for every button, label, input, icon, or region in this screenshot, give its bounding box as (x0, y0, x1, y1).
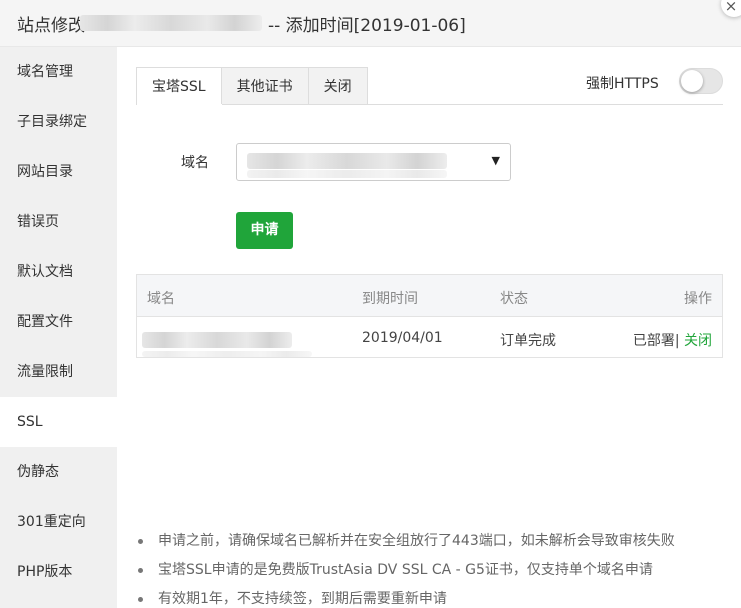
sidebar-item-domain[interactable]: 域名管理 (0, 47, 117, 97)
force-https-label: 强制HTTPS (586, 76, 659, 92)
sidebar-item-site-dir[interactable]: 网站目录 (0, 147, 117, 197)
domain-select[interactable]: ▼ (236, 143, 511, 181)
redacted-domain-shadow (247, 170, 447, 178)
sidebar-item-default-doc[interactable]: 默认文档 (0, 247, 117, 297)
redacted-row-domain (142, 332, 292, 348)
redacted-site-name (80, 15, 262, 31)
action-separator: | (674, 333, 680, 349)
note-item: 宝塔SSL申请的是免费版TrustAsia DV SSL CA - G5证书，仅… (136, 560, 726, 589)
cert-table: 域名 到期时间 状态 操作 2019/04/01 订单完成 已部署| 关闭 (136, 274, 723, 358)
window-title-date: -- 添加时间[2019-01-06] (268, 16, 466, 36)
sidebar-item-php[interactable]: PHP版本 (0, 547, 117, 597)
toggle-knob (681, 70, 703, 92)
sidebar-item-rewrite[interactable]: 伪静态 (0, 447, 117, 497)
redacted-domain (247, 153, 447, 169)
apply-button[interactable]: 申请 (236, 212, 293, 249)
redacted-row-domain-shadow (142, 351, 312, 357)
header-status: 状态 (500, 291, 528, 307)
tab-divider (136, 104, 723, 105)
sidebar-item-ssl[interactable]: SSL (0, 397, 117, 447)
sidebar-item-config[interactable]: 配置文件 (0, 297, 117, 347)
header-actions: 操作 (684, 291, 712, 307)
window-titlebar: 站点修改 -- 添加时间[2019-01-06] × (0, 0, 741, 47)
tab-other-cert[interactable]: 其他证书 (220, 67, 309, 105)
header-expiry: 到期时间 (362, 291, 418, 307)
active-tab-gap (137, 104, 222, 105)
window-title: 站点修改 (17, 16, 85, 36)
close-icon[interactable]: × (721, 0, 741, 17)
deployed-text: 已部署 (632, 333, 675, 349)
domain-label: 域名 (181, 155, 209, 171)
table-header: 域名 到期时间 状态 操作 (137, 275, 722, 317)
cell-status: 订单完成 (500, 333, 556, 349)
help-notes: 申请之前，请确保域名已解析并在安全组放行了443端口，如未解析会导致审核失败 宝… (136, 531, 726, 608)
cell-actions: 已部署| 关闭 (633, 330, 712, 350)
header-domain: 域名 (147, 291, 175, 307)
tab-close[interactable]: 关闭 (307, 67, 368, 105)
sidebar-item-error-page[interactable]: 错误页 (0, 197, 117, 247)
sidebar-item-redirect[interactable]: 301重定向 (0, 497, 117, 547)
note-item: 申请之前，请确保域名已解析并在安全组放行了443端口，如未解析会导致审核失败 (136, 531, 726, 560)
sidebar-item-subdir[interactable]: 子目录绑定 (0, 97, 117, 147)
dropdown-arrow-icon: ▼ (491, 154, 500, 167)
force-https-toggle[interactable] (679, 68, 723, 94)
note-item: 有效期1年，不支持续签，到期后需要重新申请 (136, 589, 726, 608)
sidebar: 域名管理 子目录绑定 网站目录 错误页 默认文档 配置文件 流量限制 SSL 伪… (0, 47, 117, 608)
tab-baota-ssl[interactable]: 宝塔SSL (136, 67, 222, 105)
close-ssl-link[interactable]: 关闭 (684, 333, 712, 349)
ssl-tabs: 宝塔SSL 其他证书 关闭 (136, 67, 368, 105)
sidebar-item-traffic[interactable]: 流量限制 (0, 347, 117, 397)
cell-expiry: 2019/04/01 (362, 330, 443, 346)
